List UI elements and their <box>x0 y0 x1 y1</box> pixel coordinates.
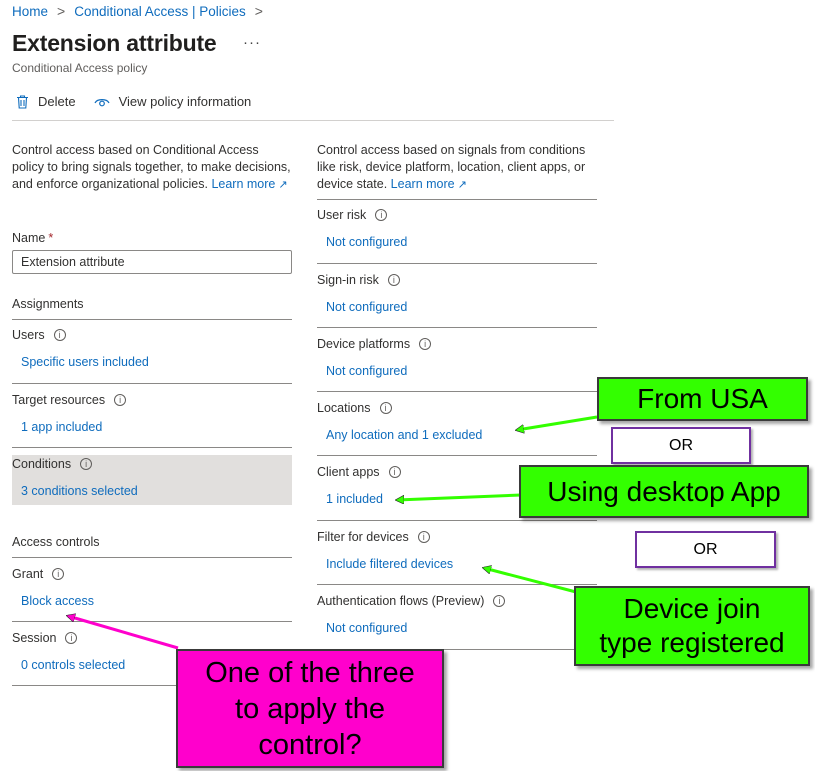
or-label: OR <box>635 531 776 568</box>
arrow-to-conditions <box>68 616 179 650</box>
callout-device-join-type: Device join type registered <box>574 586 810 666</box>
arrow-to-filter-for-devices <box>484 568 577 594</box>
callout-question: One of the three to apply the control? <box>176 649 444 768</box>
arrow-to-client-apps <box>397 493 522 500</box>
arrow-to-locations <box>517 415 598 430</box>
callout-from-usa: From USA <box>597 377 808 421</box>
or-label: OR <box>611 427 751 464</box>
callout-desktop-app: Using desktop App <box>519 465 809 518</box>
